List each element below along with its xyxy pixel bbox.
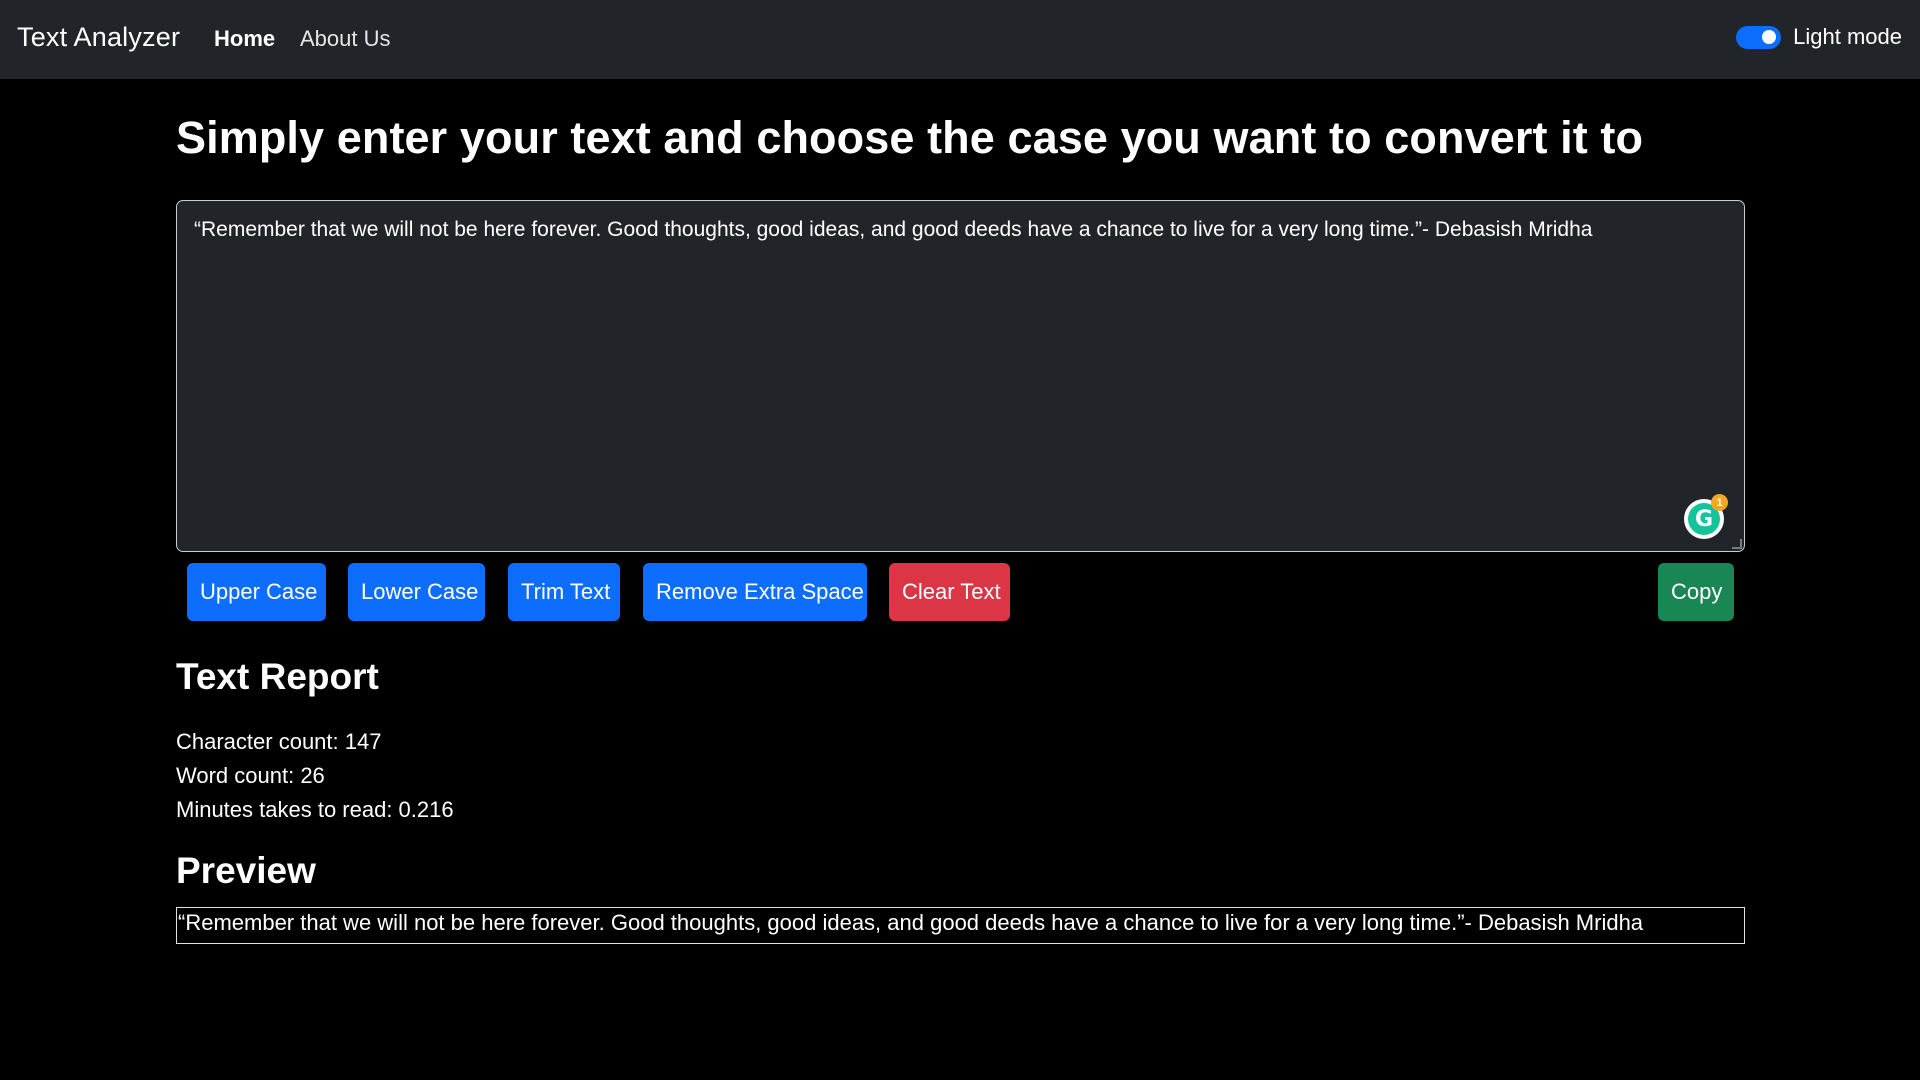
copy-button[interactable]: Copy xyxy=(1658,563,1734,621)
grammarly-icon[interactable]: G 1 xyxy=(1684,494,1728,539)
clear-text-button[interactable]: Clear Text xyxy=(889,563,1010,621)
preview-text: “Remember that we will not be here forev… xyxy=(176,907,1745,944)
preview-heading: Preview xyxy=(176,850,316,891)
page-title: Simply enter your text and choose the ca… xyxy=(176,112,1644,163)
toggle-knob xyxy=(1762,30,1777,44)
word-count: Word count: 26 xyxy=(176,763,325,788)
grammarly-badge: 1 xyxy=(1711,494,1728,511)
character-count: Character count: 147 xyxy=(176,729,382,754)
remove-extra-space-button[interactable]: Remove Extra Space xyxy=(643,563,867,621)
text-input[interactable] xyxy=(177,201,1744,551)
navbar: Text Analyzer Home About Us Light mode xyxy=(0,0,1920,79)
nav-link-home[interactable]: Home xyxy=(214,26,275,52)
brand-title[interactable]: Text Analyzer xyxy=(17,22,180,53)
lower-case-button[interactable]: Lower Case xyxy=(348,563,485,621)
toggle-switch[interactable] xyxy=(1736,25,1782,49)
text-report-heading: Text Report xyxy=(176,656,379,697)
text-input-container: G 1 xyxy=(176,200,1745,552)
light-mode-toggle[interactable]: Light mode xyxy=(1736,24,1902,50)
upper-case-button[interactable]: Upper Case xyxy=(187,563,326,621)
nav-link-about-us[interactable]: About Us xyxy=(300,26,391,52)
reading-time: Minutes takes to read: 0.216 xyxy=(176,797,454,822)
resize-handle-icon[interactable] xyxy=(1732,539,1742,549)
light-mode-label[interactable]: Light mode xyxy=(1793,24,1902,50)
trim-text-button[interactable]: Trim Text xyxy=(508,563,620,621)
